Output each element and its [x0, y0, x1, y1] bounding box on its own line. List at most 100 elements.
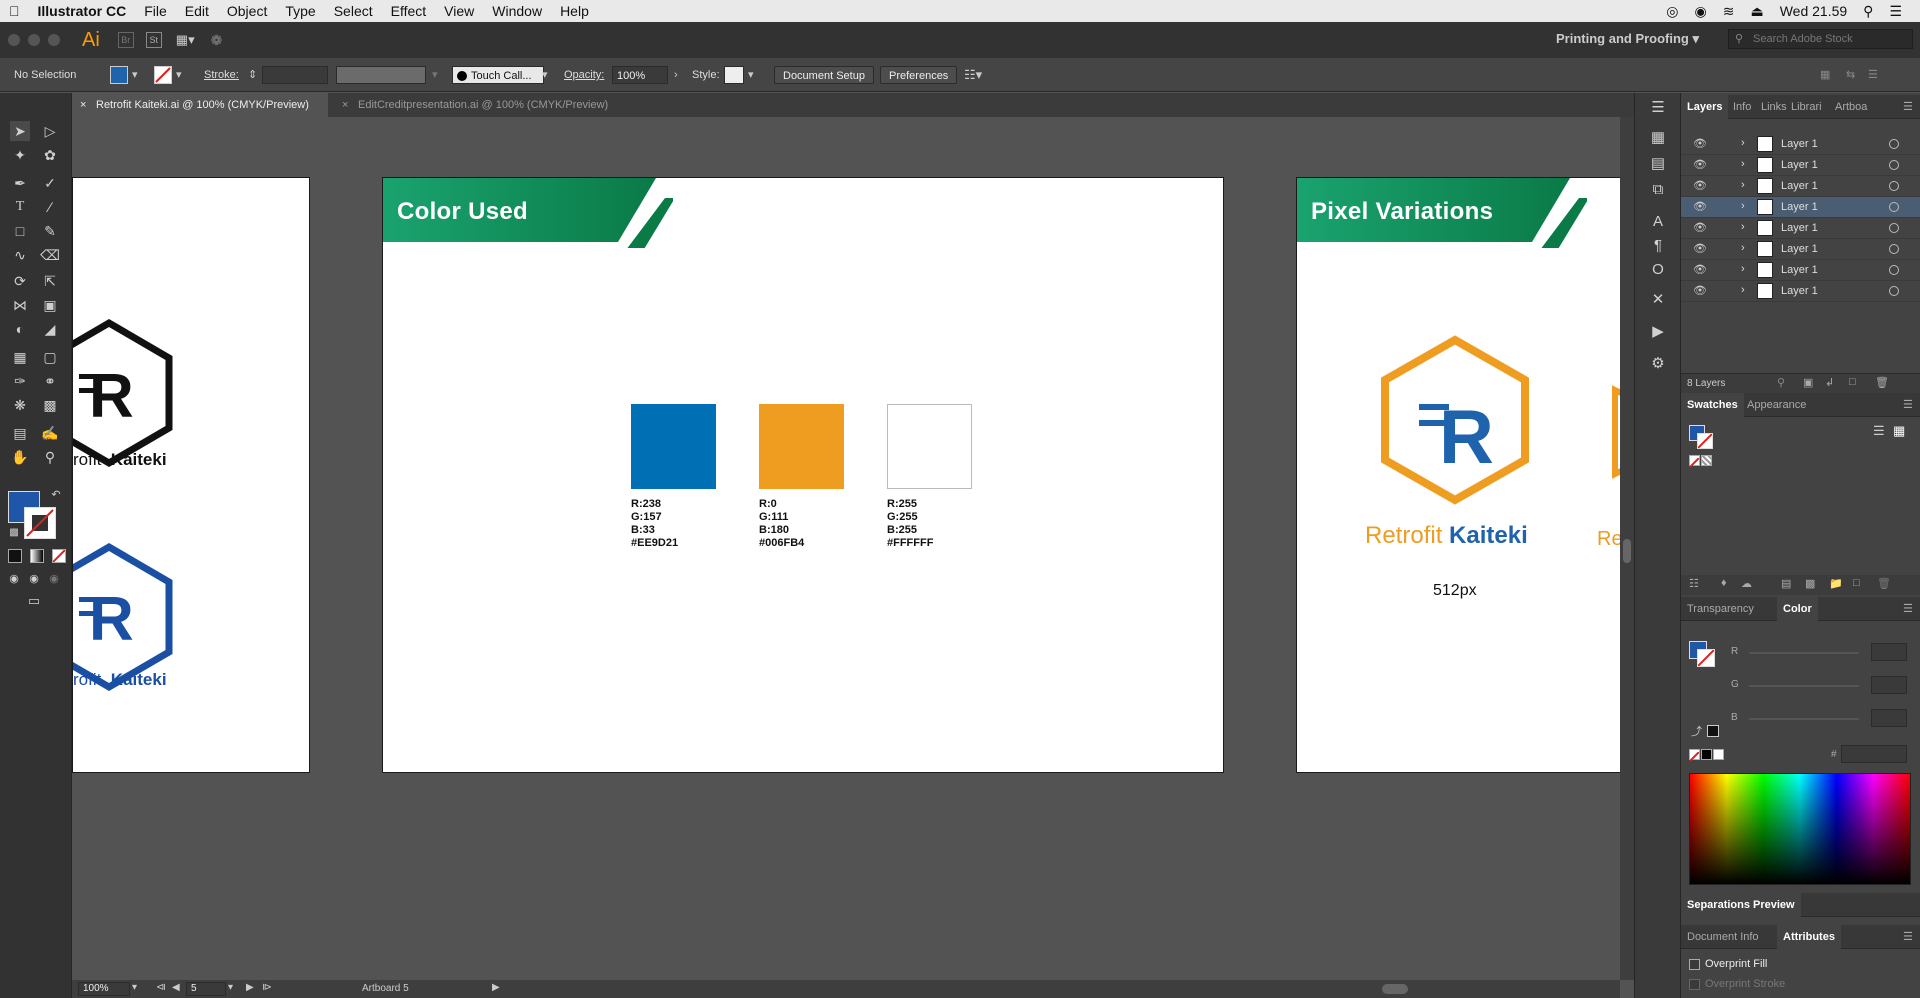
list-view-icon[interactable]: ☰	[1873, 423, 1885, 439]
magic-wand-tool-icon[interactable]: ✦	[10, 145, 30, 165]
visibility-eye-icon[interactable]: 👁	[1693, 137, 1707, 150]
expand-icon[interactable]: ›	[1741, 284, 1745, 296]
layer-name[interactable]: Layer 1	[1781, 159, 1818, 171]
target-icon[interactable]	[1889, 244, 1899, 254]
new-color-group-icon[interactable]: 📁	[1829, 577, 1843, 590]
none-mode-icon[interactable]	[52, 549, 66, 563]
menu-edit[interactable]: Edit	[176, 0, 218, 22]
brush-dropdown-icon[interactable]: ▾	[542, 66, 548, 84]
tab-swatches[interactable]: Swatches	[1681, 393, 1744, 417]
lasso-tool-icon[interactable]: ✿	[40, 145, 60, 165]
panel-menu-icon[interactable]: ☰	[1897, 597, 1919, 621]
arrange-icon[interactable]: ☷▾	[964, 66, 982, 84]
visibility-eye-icon[interactable]: 👁	[1693, 200, 1707, 213]
rectangle-tool-icon[interactable]: □	[10, 221, 30, 241]
scroll-thumb[interactable]	[1623, 539, 1631, 563]
menu-type[interactable]: Type	[276, 0, 324, 22]
visibility-eye-icon[interactable]: 👁	[1693, 242, 1707, 255]
menu-select[interactable]: Select	[325, 0, 382, 22]
close-tab-icon[interactable]: ×	[80, 93, 86, 117]
search-stock-input[interactable]: ⚲ Search Adobe Stock	[1728, 29, 1913, 49]
menu-view[interactable]: View	[435, 0, 483, 22]
artboard-tool-icon[interactable]: ▤	[10, 423, 30, 443]
tab-layers[interactable]: Layers	[1681, 95, 1729, 119]
align-panel-icon[interactable]: ▤	[1647, 153, 1669, 175]
rotate-tool-icon[interactable]: ⟳	[10, 271, 30, 291]
tab-artboards[interactable]: Artboa	[1829, 95, 1873, 119]
canvas[interactable]: R R rofit Kaiteki rofit Kaiteki Color Us…	[72, 117, 1620, 981]
color-white-icon[interactable]	[1713, 749, 1724, 760]
target-icon[interactable]	[1889, 160, 1899, 170]
scale-tool-icon[interactable]: ⇱	[40, 271, 60, 291]
creative-cloud-icon[interactable]: ◎	[1666, 3, 1678, 20]
column-graph-tool-icon[interactable]: ▩	[40, 395, 60, 415]
opacity-field[interactable]: 100%	[612, 66, 668, 84]
settings-panel-icon[interactable]: ⚙	[1647, 353, 1669, 375]
pathfinder-panel-icon[interactable]: ⧉	[1647, 179, 1669, 201]
swatch-options-icon[interactable]: ▤	[1781, 577, 1791, 590]
eraser-tool-icon[interactable]: ⌫	[40, 245, 60, 265]
wifi-icon[interactable]: ≋	[1723, 3, 1735, 20]
gradient-mode-icon[interactable]	[30, 549, 44, 563]
expand-icon[interactable]: ›	[1741, 221, 1745, 233]
close-tab-icon[interactable]: ×	[342, 93, 348, 117]
width-tool-icon[interactable]: ⋈	[10, 295, 30, 315]
stroke-stepper-icon[interactable]: ⇕	[248, 66, 257, 84]
visibility-eye-icon[interactable]: 👁	[1693, 221, 1707, 234]
slice-tool-icon[interactable]: ✍	[40, 423, 60, 443]
menu-effect[interactable]: Effect	[382, 0, 436, 22]
locate-object-icon[interactable]: ⚲	[1777, 376, 1785, 389]
out-of-gamut-icon[interactable]: ⤴	[1691, 723, 1702, 739]
cc-libraries-icon[interactable]: ☁	[1741, 577, 1752, 590]
menu-help[interactable]: Help	[551, 0, 598, 22]
stroke-color-box[interactable]	[24, 507, 56, 539]
style-dropdown-icon[interactable]: ▾	[748, 66, 754, 84]
tab-info[interactable]: Info	[1727, 95, 1757, 119]
layer-row[interactable]: 👁 › Layer 1	[1681, 218, 1920, 239]
app-menu[interactable]: Illustrator CC	[29, 0, 136, 22]
green-slider[interactable]	[1749, 685, 1859, 687]
tab-document-info[interactable]: Document Info	[1681, 925, 1765, 949]
color-none-icon[interactable]	[1689, 749, 1700, 762]
menu-window[interactable]: Window	[483, 0, 551, 22]
actions-panel-icon[interactable]: ▶	[1647, 321, 1669, 343]
pen-tool-icon[interactable]: ✒	[10, 173, 30, 193]
minimize-window-icon[interactable]	[28, 34, 40, 46]
expand-icon[interactable]: ›	[1741, 242, 1745, 254]
panel-menu-icon[interactable]: ☰	[1897, 393, 1919, 417]
blend-tool-icon[interactable]: ⚭	[40, 371, 60, 391]
type-tool-icon[interactable]: T	[10, 197, 30, 217]
draw-behind-icon[interactable]: ◉	[24, 569, 44, 589]
stroke-label[interactable]: Stroke:	[204, 66, 239, 84]
default-colors-icon[interactable]: ▩	[4, 523, 24, 543]
notification-icon[interactable]: ☰	[1889, 3, 1902, 20]
delete-swatch-icon[interactable]: 🗑	[1877, 577, 1891, 590]
layer-name[interactable]: Layer 1	[1781, 180, 1818, 192]
layer-row[interactable]: 👁 › Layer 1	[1681, 176, 1920, 197]
tab-attributes[interactable]: Attributes	[1777, 925, 1841, 949]
new-sublayer-icon[interactable]: ↲	[1825, 376, 1834, 389]
vertical-scrollbar[interactable]	[1620, 117, 1634, 980]
stroke-color-swatch[interactable]	[154, 66, 172, 84]
stock-icon[interactable]: St	[145, 32, 162, 48]
blue-slider[interactable]	[1749, 718, 1859, 720]
layer-row[interactable]: 👁 › Layer 1	[1681, 281, 1920, 302]
paintbrush-tool-icon[interactable]: ✎	[40, 221, 60, 241]
swap-fill-stroke-icon[interactable]: ↶	[46, 485, 66, 505]
target-icon[interactable]	[1889, 139, 1899, 149]
target-icon[interactable]	[1889, 286, 1899, 296]
variable-width-profile[interactable]	[336, 66, 426, 84]
opentype-panel-icon[interactable]: O	[1647, 259, 1669, 281]
artboard-dropdown-icon[interactable]: ▾	[228, 982, 233, 993]
shaper-tool-icon[interactable]: ∿	[10, 245, 30, 265]
swatch-kinds-icon[interactable]: ♦	[1721, 577, 1727, 589]
horizontal-scroll-thumb[interactable]	[1382, 984, 1408, 994]
status-menu-icon[interactable]: ▶	[492, 982, 500, 993]
opacity-label[interactable]: Opacity:	[564, 66, 604, 84]
profile-dropdown-icon[interactable]: ▾	[432, 66, 438, 84]
hex-field[interactable]	[1841, 745, 1907, 763]
tab-transparency[interactable]: Transparency	[1681, 597, 1760, 621]
visibility-eye-icon[interactable]: 👁	[1693, 179, 1707, 192]
artboards-panel-icon[interactable]: ▦	[1647, 127, 1669, 149]
selection-tool-icon[interactable]: ➤	[10, 121, 30, 141]
